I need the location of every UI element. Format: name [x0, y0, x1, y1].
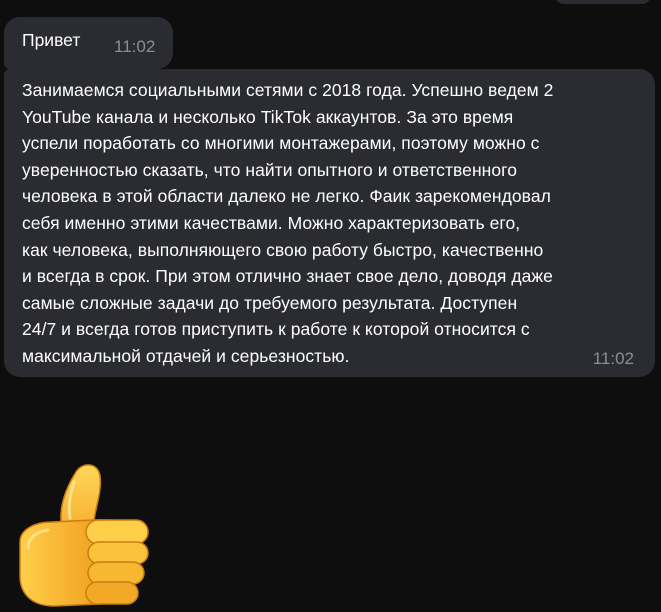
outgoing-message-bubble-partial[interactable]	[555, 0, 651, 4]
message-text: Привет	[22, 30, 81, 50]
thumbs-up-icon	[19, 464, 149, 607]
incoming-message-bubble[interactable]: Занимаемся социальными сетями с 2018 год…	[4, 69, 655, 377]
message-text: Занимаемся социальными сетями с 2018 год…	[22, 80, 554, 366]
incoming-message-bubble[interactable]: Привет 11:02	[4, 17, 173, 69]
thumbs-up-sticker[interactable]	[14, 458, 154, 608]
message-time: 11:02	[592, 349, 634, 368]
chat-area: Привет 11:02 Занимаемся социальными сетя…	[0, 0, 661, 612]
message-time: 11:02	[114, 37, 156, 56]
